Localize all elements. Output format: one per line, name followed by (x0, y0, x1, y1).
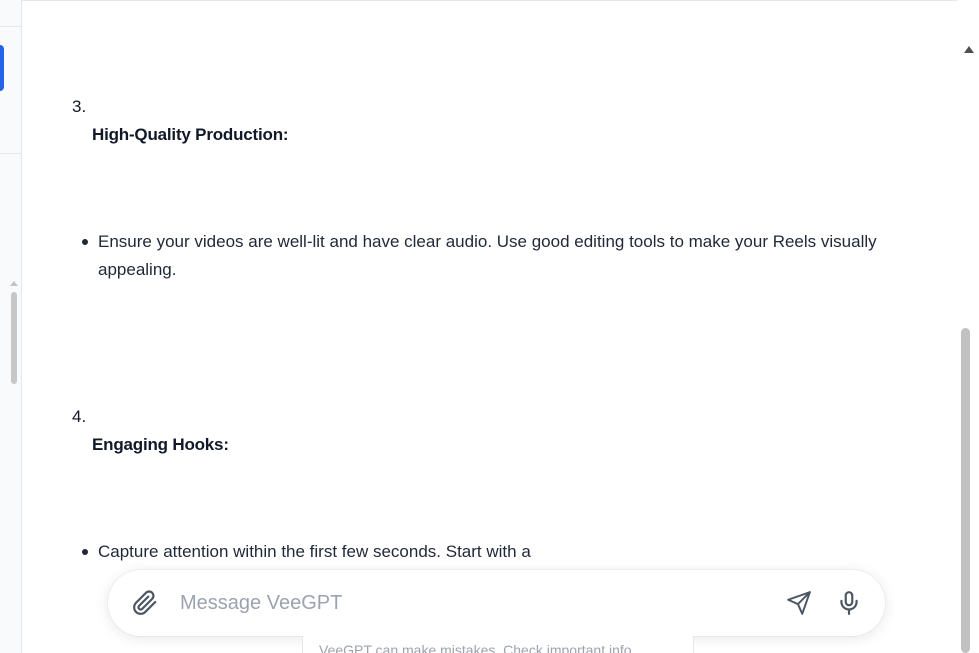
scroll-up-arrow-icon[interactable] (964, 46, 974, 53)
section-heading: Engaging Hooks: (92, 435, 229, 454)
paperclip-icon[interactable] (132, 590, 158, 616)
sidebar-divider-top (0, 26, 21, 27)
bullet-item: Ensure your videos are well-lit and have… (82, 228, 898, 284)
sidebar (0, 0, 22, 653)
chat-page: 3. High-Quality Production: Ensure your … (0, 0, 979, 653)
chat-area: 3. High-Quality Production: Ensure your … (22, 0, 957, 653)
send-icon[interactable] (786, 590, 812, 616)
section-heading: High-Quality Production: (92, 125, 289, 144)
sidebar-scroll-up-arrow-icon[interactable] (10, 281, 18, 286)
sidebar-active-item[interactable] (0, 45, 4, 91)
list-item-number: 4. (72, 407, 87, 426)
sidebar-scrollbar-thumb[interactable] (11, 292, 17, 384)
disclaimer-container: VeeGPT can make mistakes. Check importan… (302, 636, 694, 653)
microphone-icon[interactable] (836, 589, 862, 617)
bullet-item: Capture attention within the first few s… (82, 538, 898, 566)
disclaimer-text: VeeGPT can make mistakes. Check importan… (319, 642, 636, 653)
sidebar-divider (0, 153, 21, 154)
chat-top-border (22, 0, 957, 1)
bullet-dot-icon (82, 239, 88, 245)
chat-scrollbar-thumb[interactable] (961, 328, 970, 653)
list-item-number: 3. (72, 97, 87, 116)
message-input[interactable] (178, 587, 742, 619)
bullet-dot-icon (82, 549, 88, 555)
bullet-text: Capture attention within the first few s… (98, 542, 531, 561)
bullet-text: Ensure your videos are well-lit and have… (98, 232, 877, 279)
message-composer (108, 570, 885, 636)
